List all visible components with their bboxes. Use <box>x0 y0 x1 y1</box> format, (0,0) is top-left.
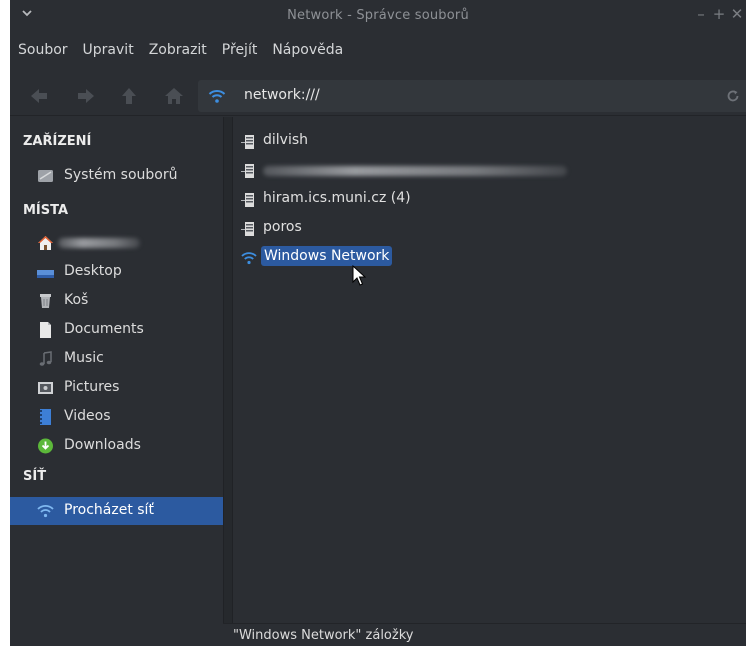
menu-help[interactable]: Nápověda <box>264 42 350 58</box>
sidebar-item-label: Procházet síť <box>64 502 154 518</box>
sidebar-item-label: Pictures <box>64 379 120 395</box>
section-network-header: SÍŤ <box>23 469 47 484</box>
sidebar-item-videos[interactable]: Videos <box>10 403 223 431</box>
sidebar-item-documents[interactable]: Documents <box>10 316 223 344</box>
sidebar-item-home[interactable] <box>10 229 223 257</box>
home-icon <box>38 236 53 250</box>
mouse-cursor-icon <box>352 265 366 286</box>
sidebar-item-downloads[interactable]: Downloads <box>10 432 223 460</box>
sidebar-item-label: Videos <box>64 408 111 424</box>
maximize-button[interactable]: + <box>712 6 726 22</box>
sidebar-item-browse-network[interactable]: Procházet síť <box>10 497 223 525</box>
desktop-icon <box>37 270 54 278</box>
menu-edit[interactable]: Upravit <box>75 42 141 58</box>
up-button[interactable] <box>118 85 140 107</box>
address-bar[interactable]: network:/// <box>198 80 746 112</box>
server-icon <box>241 164 254 178</box>
pane-splitter[interactable] <box>223 117 233 646</box>
music-icon <box>39 351 52 366</box>
section-places-header: MÍSTA <box>23 203 69 218</box>
menu-bar: Soubor Upravit Zobrazit Přejít Nápověda <box>10 36 746 64</box>
sidebar-item-label: Documents <box>64 321 144 337</box>
close-button[interactable]: ✕ <box>730 6 744 22</box>
list-item-label: poros <box>263 219 302 235</box>
list-item-label: dilvish <box>263 132 309 148</box>
sidebar-item-label: Systém souborů <box>64 167 178 183</box>
forward-button[interactable] <box>75 85 97 107</box>
section-devices-header: ZAŘÍZENÍ <box>23 134 92 149</box>
file-manager-window: Network - Správce souborů – + ✕ Soubor U… <box>10 0 746 646</box>
list-item-label: hiram.ics.muni.cz (4) <box>263 190 411 206</box>
toolbar: network:/// <box>10 76 746 116</box>
list-item-label: Windows Network <box>261 246 393 266</box>
reload-icon[interactable] <box>726 89 740 103</box>
server-icon <box>241 193 254 207</box>
pictures-icon <box>38 382 53 394</box>
server-icon <box>241 135 254 149</box>
server-icon <box>241 222 254 236</box>
sidebar-item-desktop[interactable]: Desktop <box>10 258 223 286</box>
status-bar: "Windows Network" záložky <box>223 623 746 646</box>
sidebar-item-label: Desktop <box>64 263 122 279</box>
back-button[interactable] <box>28 85 50 107</box>
minimize-button[interactable]: – <box>694 6 708 22</box>
file-list: dilvish hiram.ics.muni.cz (4) poros Wind… <box>233 117 746 623</box>
title-bar[interactable]: Network - Správce souborů – + ✕ <box>10 0 746 33</box>
videos-icon <box>40 409 51 425</box>
status-text: "Windows Network" záložky <box>233 628 414 643</box>
menu-file[interactable]: Soubor <box>10 42 75 58</box>
redacted-home-label <box>58 238 140 248</box>
sidebar-item-label: Downloads <box>64 437 141 453</box>
document-icon <box>40 322 51 338</box>
sidebar: ZAŘÍZENÍ Systém souborů MÍSTA Desktop Ko… <box>10 117 223 646</box>
network-icon <box>208 90 226 103</box>
menu-view[interactable]: Zobrazit <box>141 42 214 58</box>
sidebar-item-label: Music <box>64 350 104 366</box>
menu-go[interactable]: Přejít <box>214 42 265 58</box>
home-button[interactable] <box>163 85 185 107</box>
window-title: Network - Správce souborů <box>287 8 469 23</box>
sidebar-item-label: Koš <box>64 292 89 308</box>
sidebar-item-pictures[interactable]: Pictures <box>10 374 223 402</box>
drive-icon <box>38 170 53 182</box>
trash-icon <box>40 294 51 308</box>
sidebar-item-music[interactable]: Music <box>10 345 223 373</box>
redacted-item-label <box>263 166 567 176</box>
downloads-icon <box>38 438 53 454</box>
address-input[interactable]: network:/// <box>244 87 320 103</box>
sidebar-item-trash[interactable]: Koš <box>10 287 223 315</box>
sidebar-item-filesystem[interactable]: Systém souborů <box>10 162 223 190</box>
network-icon <box>37 505 54 518</box>
network-icon <box>241 252 257 265</box>
